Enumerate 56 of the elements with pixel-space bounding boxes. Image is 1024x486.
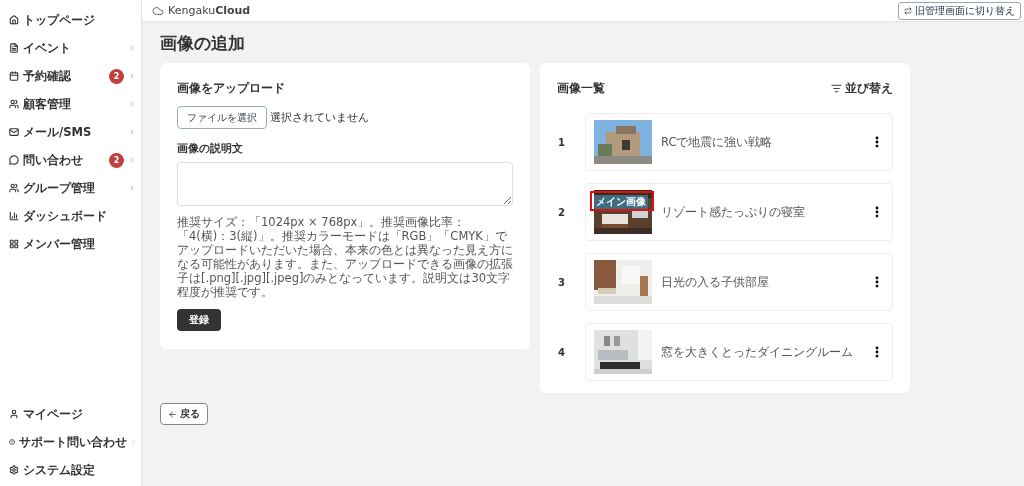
image-caption: RCで地震に強い戦略: [661, 134, 774, 150]
row-number: 3: [557, 276, 566, 288]
sort-icon: [831, 83, 842, 94]
chat-icon: [9, 155, 19, 165]
user-icon: [9, 409, 19, 419]
home-icon: [9, 15, 19, 25]
sidebar-item[interactable]: マイページ: [0, 400, 141, 428]
count-badge: 2: [109, 68, 124, 84]
row-number: 1: [557, 136, 566, 148]
sidebar-item[interactable]: 予約確認 2: [0, 62, 141, 90]
image-item[interactable]: 日光の入る子供部屋: [585, 253, 893, 311]
row-number: 2: [557, 206, 566, 218]
sidebar-item[interactable]: トップページ: [0, 6, 141, 34]
cloud-logo-icon: [152, 4, 164, 17]
arrow-left-icon: [168, 409, 177, 419]
sidebar-item[interactable]: 問い合わせ 2: [0, 146, 141, 174]
sidebar-item[interactable]: メール/SMS: [0, 118, 141, 146]
image-caption: 窓を大きくとったダイニングルーム: [661, 344, 854, 360]
file-select-button[interactable]: ファイルを選択: [177, 106, 267, 129]
page-title: 画像の追加: [160, 32, 246, 55]
field-label: 画像の説明文: [177, 141, 244, 156]
sidebar-item[interactable]: グループ管理: [0, 174, 141, 202]
sidebar-item[interactable]: サポート問い合わせ: [0, 428, 141, 456]
image-caption: 日光の入る子供部屋: [661, 274, 770, 290]
card-title: 画像一覧: [557, 80, 605, 97]
grid-icon: [9, 239, 19, 249]
sort-button[interactable]: 並び替え: [831, 81, 893, 96]
sidebar-item[interactable]: システム設定: [0, 456, 141, 484]
chart-icon: [9, 211, 19, 221]
submit-button[interactable]: 登録: [177, 309, 221, 331]
sidebar-item[interactable]: ダッシュボード: [0, 202, 141, 230]
image-item[interactable]: メイン画像 リゾート感たっぷりの寝室: [585, 183, 893, 241]
back-button[interactable]: 戻る: [160, 403, 208, 425]
mail-icon: [9, 127, 19, 137]
image-item[interactable]: RCで地震に強い戦略: [585, 113, 893, 171]
row-number: 4: [557, 346, 566, 358]
switch-admin-button[interactable]: 旧管理画面に切り替え: [898, 1, 1021, 20]
count-badge: 2: [109, 152, 124, 168]
people-icon: [9, 183, 19, 193]
switch-icon: [904, 6, 912, 15]
description-field[interactable]: [177, 162, 513, 206]
settings-icon: [9, 465, 19, 475]
document-icon: [9, 43, 19, 53]
upload-note: 推奨サイズ：「1024px × 768px」。推奨画像比率：「4(横)：3(縦)」。推奨カラーモードは「RGB」「CMYK」でアップロードいただいた場合、本来の色とは異なった見え方になる可能性があります。また、アップロードできる画像の拡張子は[.png][.jpg][.jpeg]のみとなっています。説明文は30文字程度が推奨です。: [177, 215, 513, 299]
sidebar-item[interactable]: イベント: [0, 34, 141, 62]
image-caption: リゾート感たっぷりの寝室: [661, 204, 806, 220]
main-image-badge: メイン画像: [594, 195, 648, 209]
help-icon: [9, 437, 16, 447]
people-icon: [9, 99, 19, 109]
card-title: 画像をアップロード: [177, 80, 286, 97]
logo-text: KengakuCloud: [168, 4, 251, 17]
calendar-icon: [9, 71, 19, 81]
image-item[interactable]: 窓を大きくとったダイニングルーム: [585, 323, 893, 381]
sidebar-item[interactable]: 顧客管理: [0, 90, 141, 118]
file-status: 選択されていません: [270, 110, 369, 125]
sidebar-item[interactable]: メンバー管理: [0, 230, 141, 258]
